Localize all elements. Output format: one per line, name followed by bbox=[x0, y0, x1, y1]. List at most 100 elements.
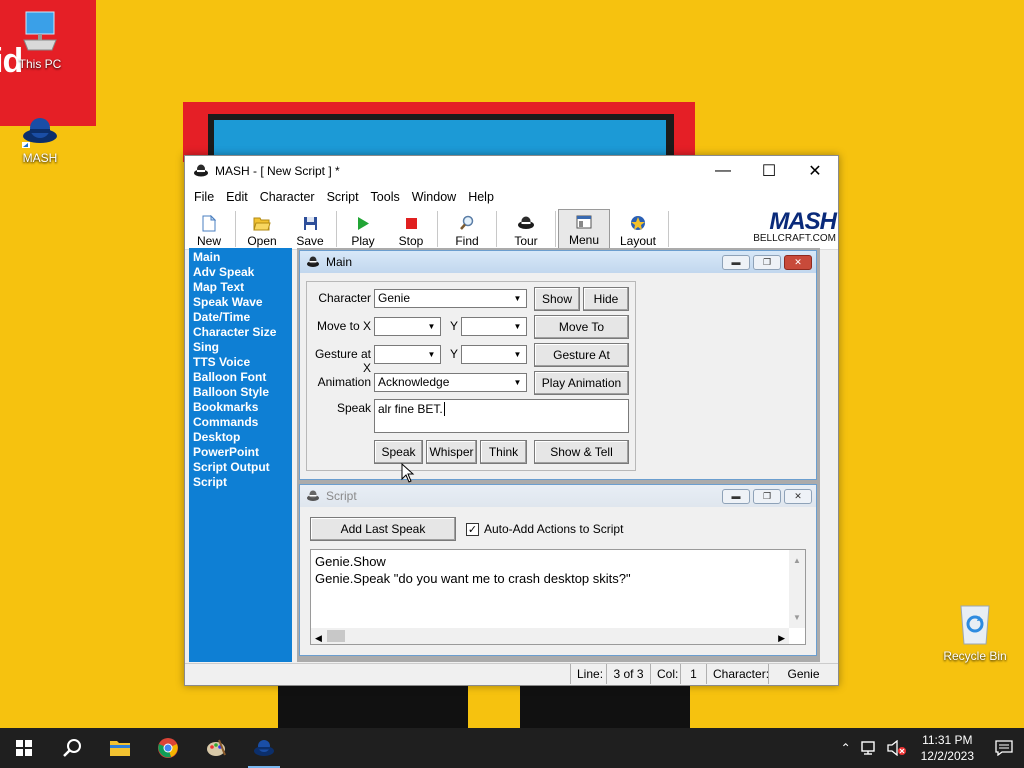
tour-button[interactable]: Tour bbox=[499, 209, 553, 249]
taskbar-mash[interactable] bbox=[240, 728, 288, 768]
find-label: Find bbox=[455, 234, 479, 248]
sidebar-item-tts-voice[interactable]: TTS Voice bbox=[193, 355, 292, 370]
save-button[interactable]: Save bbox=[286, 209, 334, 249]
scroll-left-icon[interactable]: ◀ bbox=[315, 630, 322, 647]
sidebar-item-adv-speak[interactable]: Adv Speak bbox=[193, 265, 292, 280]
gesture-at-button[interactable]: Gesture At bbox=[534, 343, 629, 367]
menu-tools[interactable]: Tools bbox=[365, 190, 406, 204]
open-button[interactable]: Open bbox=[238, 209, 286, 249]
speak-button[interactable]: Speak bbox=[374, 440, 423, 464]
animation-select[interactable]: Acknowledge ▼ bbox=[374, 373, 527, 392]
desktop-icon-mash[interactable]: MASH bbox=[2, 114, 78, 165]
maximize-button[interactable]: ☐ bbox=[746, 156, 792, 186]
gesture-y-select[interactable]: ▼ bbox=[461, 345, 527, 364]
clock[interactable]: 11:31 PM 12/2/2023 bbox=[911, 732, 984, 764]
think-button[interactable]: Think bbox=[480, 440, 527, 464]
toolbar-separator bbox=[437, 211, 438, 247]
show-and-tell-button[interactable]: Show & Tell bbox=[534, 440, 629, 464]
desktop-icon-this-pc[interactable]: This PC bbox=[2, 10, 78, 71]
menu-edit[interactable]: Edit bbox=[220, 190, 254, 204]
play-animation-button[interactable]: Play Animation bbox=[534, 371, 629, 395]
play-button[interactable]: Play bbox=[339, 209, 387, 249]
gesture-x-select[interactable]: ▼ bbox=[374, 345, 441, 364]
sidebar-item-commands[interactable]: Commands bbox=[193, 415, 292, 430]
taskbar-file-explorer[interactable] bbox=[96, 728, 144, 768]
hide-button[interactable]: Hide bbox=[583, 287, 629, 311]
stop-button[interactable]: Stop bbox=[387, 209, 435, 249]
show-button[interactable]: Show bbox=[534, 287, 580, 311]
menu-file[interactable]: File bbox=[188, 190, 220, 204]
layout-button[interactable]: Layout bbox=[610, 209, 666, 249]
sidebar-item-speak-wave[interactable]: Speak Wave bbox=[193, 295, 292, 310]
vertical-scrollbar[interactable]: ▲ ▼ bbox=[789, 550, 805, 628]
new-button[interactable]: New bbox=[185, 209, 233, 249]
search-button[interactable] bbox=[48, 728, 96, 768]
move-x-select[interactable]: ▼ bbox=[374, 317, 441, 336]
main-minimize-button[interactable]: ▬ bbox=[722, 254, 750, 270]
move-y-select[interactable]: ▼ bbox=[461, 317, 527, 336]
menu-bar: File Edit Character Script Tools Window … bbox=[185, 186, 838, 208]
scroll-right-icon[interactable]: ▶ bbox=[778, 630, 785, 647]
start-button[interactable] bbox=[0, 728, 48, 768]
save-disk-icon bbox=[303, 216, 317, 230]
script-panel: Script ▬ ❐ ✕ Add Last Speak ✓ Auto-Add A… bbox=[299, 484, 817, 656]
main-panel: Main ▬ ❐ ✕ Character Genie ▼ Show Hide M… bbox=[299, 250, 817, 480]
auto-add-checkbox-row[interactable]: ✓ Auto-Add Actions to Script bbox=[466, 522, 623, 536]
whisper-button[interactable]: Whisper bbox=[426, 440, 477, 464]
taskbar-paint[interactable] bbox=[192, 728, 240, 768]
script-restore-button[interactable]: ❐ bbox=[753, 488, 781, 504]
main-panel-titlebar[interactable]: Main ▬ ❐ ✕ bbox=[300, 251, 816, 273]
desktop-icon-recycle-bin[interactable]: Recycle Bin bbox=[937, 600, 1013, 663]
scroll-down-icon[interactable]: ▼ bbox=[793, 609, 801, 626]
scroll-up-icon[interactable]: ▲ bbox=[793, 552, 801, 569]
toolbar-separator bbox=[555, 211, 556, 247]
close-button[interactable]: ✕ bbox=[792, 156, 838, 186]
minimize-button[interactable]: — bbox=[700, 156, 746, 186]
sidebar-item-sing[interactable]: Sing bbox=[193, 340, 292, 355]
main-restore-button[interactable]: ❐ bbox=[753, 254, 781, 270]
new-label: New bbox=[196, 234, 221, 248]
scroll-thumb[interactable] bbox=[327, 630, 345, 642]
sidebar-item-map-text[interactable]: Map Text bbox=[193, 280, 292, 295]
add-last-speak-button[interactable]: Add Last Speak bbox=[310, 517, 456, 541]
move-y-label: Y bbox=[449, 319, 458, 333]
sidebar-item-powerpoint[interactable]: PowerPoint bbox=[193, 445, 292, 460]
sidebar-item-desktop[interactable]: Desktop bbox=[193, 430, 292, 445]
taskbar-chrome[interactable] bbox=[144, 728, 192, 768]
menu-script[interactable]: Script bbox=[321, 190, 365, 204]
window-titlebar[interactable]: MASH - [ New Script ] * — ☐ ✕ bbox=[185, 156, 838, 186]
script-panel-titlebar[interactable]: Script ▬ ❐ ✕ bbox=[300, 485, 816, 507]
main-close-button[interactable]: ✕ bbox=[784, 254, 812, 270]
find-button[interactable]: Find bbox=[440, 209, 494, 249]
sidebar-item-main[interactable]: Main bbox=[193, 250, 292, 265]
folder-open-icon bbox=[253, 217, 271, 230]
character-select[interactable]: Genie ▼ bbox=[374, 289, 527, 308]
horizontal-scrollbar[interactable]: ◀ ▶ bbox=[311, 628, 789, 644]
sidebar-item-script-output[interactable]: Script Output bbox=[193, 460, 292, 475]
sidebar-item-balloon-style[interactable]: Balloon Style bbox=[193, 385, 292, 400]
notifications-button[interactable] bbox=[984, 728, 1024, 768]
speak-textbox[interactable]: alr fine BET.​ bbox=[374, 399, 629, 433]
tray-chevron-up-icon[interactable]: ⌃ bbox=[835, 741, 857, 755]
minimize-icon: — bbox=[715, 162, 731, 179]
tour-label: Tour bbox=[514, 234, 538, 248]
sidebar-item-balloon-font[interactable]: Balloon Font bbox=[193, 370, 292, 385]
move-to-button[interactable]: Move To bbox=[534, 315, 629, 339]
menu-help[interactable]: Help bbox=[462, 190, 500, 204]
logo-text: MASH bbox=[769, 208, 837, 235]
status-bar: Line: 3 of 3 Col: 1 Character: Genie bbox=[185, 663, 838, 685]
volume-muted-icon[interactable] bbox=[886, 740, 907, 756]
network-icon[interactable] bbox=[860, 740, 879, 756]
auto-add-checkbox[interactable]: ✓ bbox=[466, 522, 479, 536]
script-close-button[interactable]: ✕ bbox=[784, 488, 812, 504]
sidebar-item-date-time[interactable]: Date/Time bbox=[193, 310, 292, 325]
script-editor[interactable]: Genie.Show Genie.Speak "do you want me t… bbox=[310, 549, 806, 645]
menu-character[interactable]: Character bbox=[254, 190, 321, 204]
menu-window[interactable]: Window bbox=[406, 190, 462, 204]
status-col-value: 1 bbox=[680, 664, 706, 684]
sidebar-item-character-size[interactable]: Character Size bbox=[193, 325, 292, 340]
script-minimize-button[interactable]: ▬ bbox=[722, 488, 750, 504]
sidebar-item-script[interactable]: Script bbox=[193, 475, 292, 490]
sidebar-item-bookmarks[interactable]: Bookmarks bbox=[193, 400, 292, 415]
menu-toggle-button[interactable]: Menu bbox=[558, 209, 610, 249]
